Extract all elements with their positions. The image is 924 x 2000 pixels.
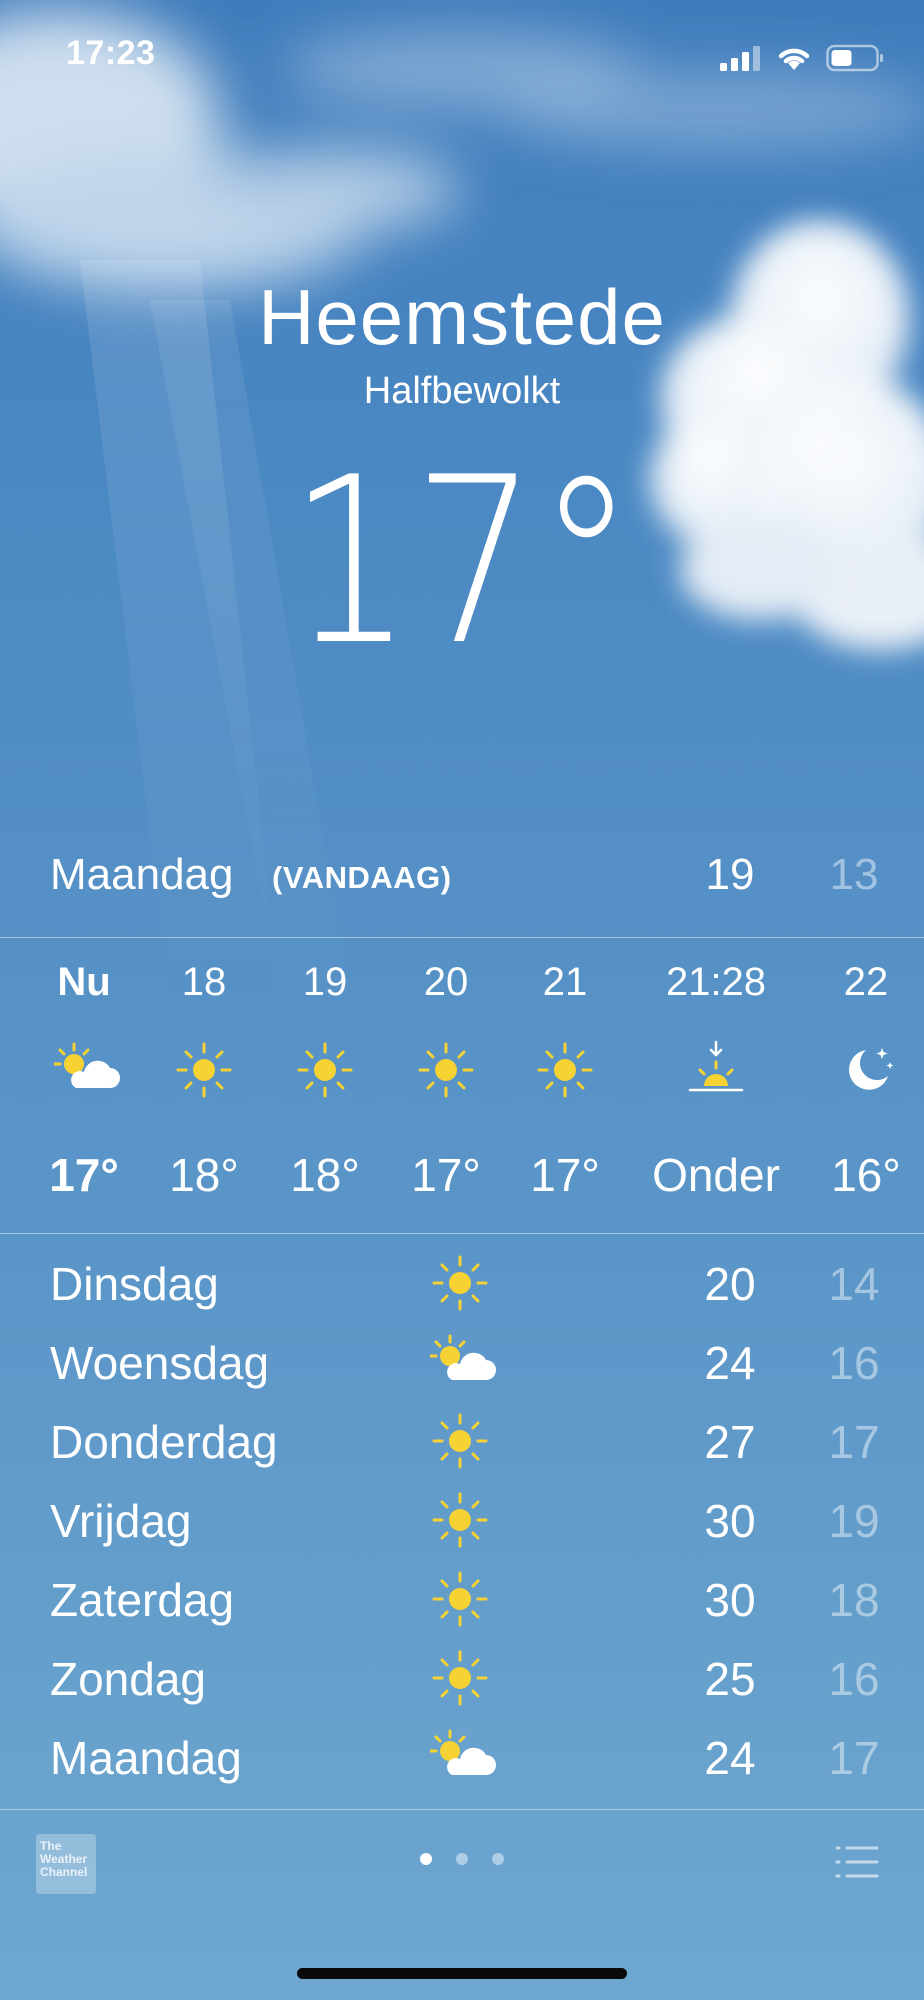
day-high: 27 xyxy=(704,1416,756,1468)
hour-temp: Onder xyxy=(652,1149,780,1201)
hour-time: 18 xyxy=(181,960,227,1004)
today-tag: (VANDAAG) xyxy=(272,860,452,895)
divider xyxy=(0,1809,924,1810)
city-name: Heemstede xyxy=(258,273,666,361)
home-indicator[interactable] xyxy=(297,1968,627,1979)
hour-time: 20 xyxy=(423,960,469,1004)
day-high: 24 xyxy=(704,1732,756,1784)
current-temperature: 17° xyxy=(0,448,924,678)
partly-cloudy-icon xyxy=(428,1727,496,1787)
day-name: Vrijdag xyxy=(50,1495,192,1547)
sun-icon xyxy=(535,1040,595,1100)
sun-icon xyxy=(430,1411,490,1471)
day-high: 30 xyxy=(704,1495,756,1547)
hour-time: Nu xyxy=(57,960,111,1004)
today-summary: Maandag (VANDAAG) 19 13 xyxy=(50,850,880,910)
daily-row: Donderdag 27 17 xyxy=(50,1407,880,1477)
sun-icon xyxy=(430,1648,490,1708)
status-icons xyxy=(720,40,890,76)
daily-row: Woensdag 24 16 xyxy=(50,1328,880,1398)
hour-time: 19 xyxy=(302,960,348,1004)
day-name: Maandag xyxy=(50,1732,242,1784)
day-low: 19 xyxy=(828,1495,880,1547)
daily-row: Maandag 24 17 xyxy=(50,1723,880,1793)
day-high: 25 xyxy=(704,1653,756,1705)
current-temperature-value: 17° xyxy=(288,429,636,696)
weather-channel-logo[interactable]: The Weather Channel xyxy=(36,1834,96,1894)
logo-line: Channel xyxy=(40,1865,88,1879)
sun-icon xyxy=(430,1569,490,1629)
hour-time: 21:28 xyxy=(665,960,767,1004)
wifi-icon xyxy=(778,48,810,70)
signal-icon xyxy=(720,46,760,71)
hour-time: 21 xyxy=(542,960,588,1004)
day-high: 30 xyxy=(704,1574,756,1626)
condition-text: Halfbewolkt xyxy=(363,370,561,412)
day-low: 18 xyxy=(828,1574,880,1626)
day-high: 20 xyxy=(704,1258,756,1310)
page-dot[interactable] xyxy=(420,1853,432,1865)
page-indicator[interactable] xyxy=(420,1853,504,1867)
divider xyxy=(0,937,924,938)
sun-icon xyxy=(416,1040,476,1100)
list-icon xyxy=(835,1846,879,1878)
daily-row: Zaterdag 30 18 xyxy=(50,1565,880,1635)
sun-icon xyxy=(295,1040,355,1100)
daily-row: Vrijdag 30 19 xyxy=(50,1486,880,1556)
daily-row: Zondag 25 16 xyxy=(50,1644,880,1714)
day-name: Dinsdag xyxy=(50,1258,219,1310)
sun-icon xyxy=(430,1253,490,1313)
battery-icon xyxy=(826,44,883,72)
today-low: 13 xyxy=(829,850,879,899)
day-name: Woensdag xyxy=(50,1337,270,1389)
page-dot[interactable] xyxy=(492,1853,504,1865)
day-high: 24 xyxy=(704,1337,756,1389)
day-name: Zaterdag xyxy=(50,1574,235,1626)
day-name: Donderdag xyxy=(50,1416,278,1468)
daily-forecast[interactable]: Dinsdag 20 14 Woensdag 24 16 Donderdag 2… xyxy=(0,0,924,1784)
today-day: Maandag xyxy=(50,850,234,899)
day-low: 16 xyxy=(828,1337,880,1389)
day-name: Zondag xyxy=(50,1653,207,1705)
day-low: 16 xyxy=(828,1653,880,1705)
hourly-item: 22 16° xyxy=(806,960,924,1210)
sun-icon xyxy=(174,1040,234,1100)
daily-row: Dinsdag 20 14 xyxy=(50,1249,880,1319)
moon-icon xyxy=(836,1040,896,1100)
day-low: 17 xyxy=(828,1416,880,1468)
divider xyxy=(0,1233,924,1234)
status-time: 17:23 xyxy=(66,34,156,72)
hour-time: 22 xyxy=(843,960,889,1004)
partly-cloudy-icon xyxy=(428,1332,496,1392)
partly-cloudy-icon xyxy=(52,1040,120,1100)
city-list-button[interactable] xyxy=(834,1844,880,1880)
page-dot[interactable] xyxy=(456,1853,468,1865)
day-low: 17 xyxy=(828,1732,880,1784)
hour-temp: 16° xyxy=(831,1149,901,1201)
sun-icon xyxy=(430,1490,490,1550)
today-high: 19 xyxy=(705,850,755,899)
sunset-icon xyxy=(686,1040,746,1100)
hourly-item: 21 17° xyxy=(505,960,625,1210)
hour-temp: 17° xyxy=(530,1149,600,1201)
day-low: 14 xyxy=(828,1258,880,1310)
hourly-item: 21:28 Onder xyxy=(652,960,780,1210)
